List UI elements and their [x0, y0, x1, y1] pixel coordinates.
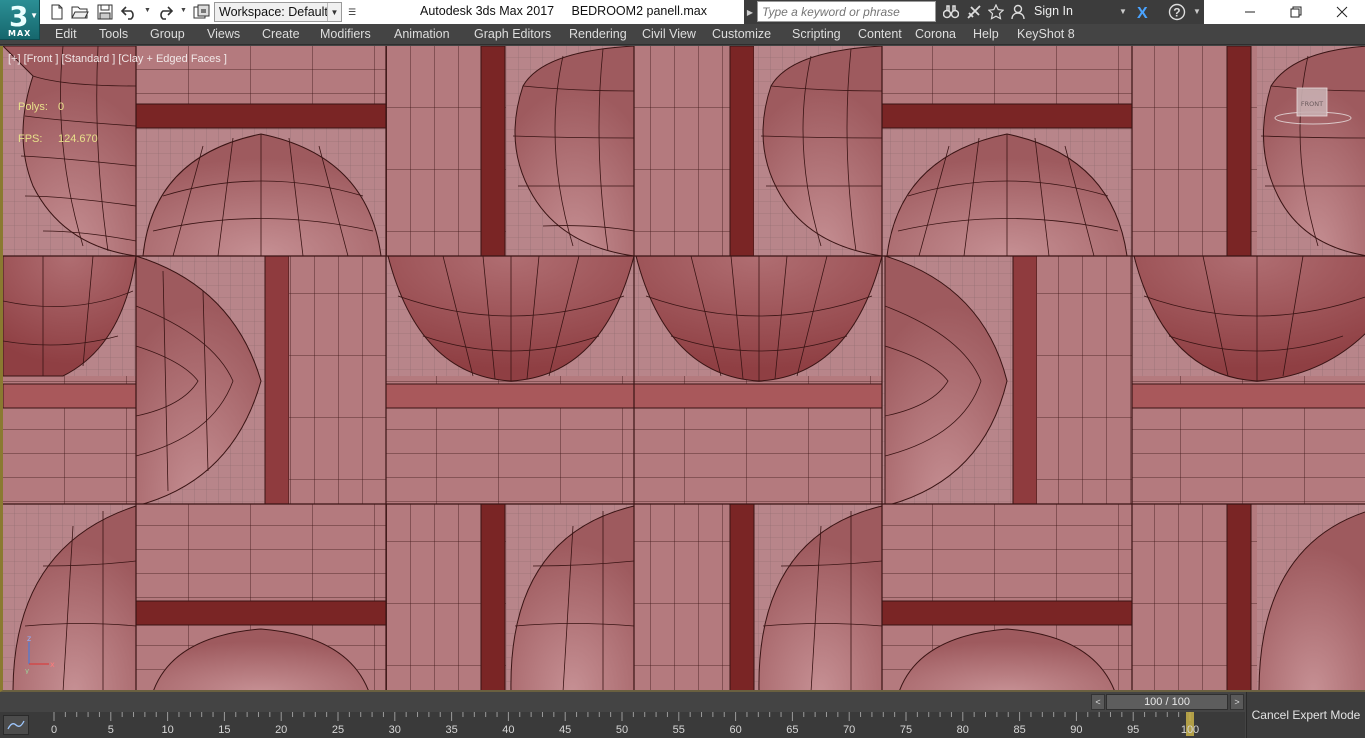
menu-create[interactable]: Create	[262, 27, 300, 41]
workspace-label: Workspace: Default	[219, 5, 328, 19]
save-icon[interactable]	[95, 2, 115, 22]
chevron-down-icon: ▼	[327, 3, 341, 21]
fps-value: 124.670	[58, 133, 98, 145]
track-bar[interactable]: 0 5 10 15 20 25 30 35 40 45 50 55 60 65 70 75 80 85 90 95 10…	[40, 712, 1245, 738]
menu-views[interactable]: Views	[207, 27, 240, 41]
track-bar-tick-label: 75	[899, 724, 913, 736]
minimize-icon[interactable]	[1227, 0, 1273, 24]
axis-y-label: y	[25, 667, 29, 674]
sign-in-link[interactable]: Sign In	[1034, 4, 1073, 18]
track-bar-tick-label: 95	[1127, 724, 1140, 736]
menu-edit[interactable]: Edit	[55, 27, 77, 41]
workspace-dropdown[interactable]: Workspace: Default ▼	[214, 2, 342, 22]
menu-animation[interactable]: Animation	[394, 27, 450, 41]
menu-customize[interactable]: Customize	[712, 27, 771, 41]
track-bar-tick-label: 65	[786, 724, 799, 736]
project-folder-icon[interactable]	[192, 2, 212, 22]
communication-center-icon[interactable]	[965, 3, 983, 21]
cancel-expert-mode-button[interactable]: Cancel Expert Mode	[1246, 692, 1365, 738]
menu-keyshot[interactable]: KeyShot 8	[1017, 27, 1075, 41]
track-bar-tick-label: 90	[1070, 724, 1083, 736]
time-area: < 100 / 100 > 0 5 10 15 20 25 30 35 40 45 50 55 60 65…	[0, 692, 1365, 738]
track-bar-tick-label: 70	[843, 724, 856, 736]
application-menu-button[interactable]: 3 MAX ▼	[0, 0, 40, 40]
track-bar-tick-label: 50	[615, 724, 629, 736]
favorites-star-icon[interactable]	[987, 3, 1005, 21]
track-bar-tick-label: 20	[275, 724, 288, 736]
exchange-apps-icon[interactable]: X	[1136, 3, 1154, 21]
new-file-icon[interactable]	[47, 2, 67, 22]
menu-graph-editors[interactable]: Graph Editors	[474, 27, 551, 41]
track-bar-tick-label: 15	[218, 724, 231, 736]
chevron-down-icon[interactable]: ▼	[1119, 7, 1127, 16]
menu-tools[interactable]: Tools	[99, 27, 128, 41]
time-slider-prev-button[interactable]: <	[1091, 694, 1105, 710]
mini-curve-editor-toggle[interactable]	[3, 715, 29, 735]
track-bar-tick-label: 5	[107, 724, 114, 736]
time-slider-row: < 100 / 100 >	[0, 692, 1245, 712]
polys-label: Polys:	[18, 101, 48, 113]
track-bar-tick-label: 25	[331, 724, 345, 736]
infocenter-bar: ▶ Sign In ▼ X ? ▼	[744, 0, 1204, 24]
track-bar-tick-label: 10	[161, 724, 174, 736]
undo-history-dropdown-icon[interactable]: ▼	[144, 7, 151, 14]
close-icon[interactable]	[1319, 0, 1365, 24]
tile-row-3	[3, 503, 1365, 690]
axis-x-label: x	[50, 660, 55, 669]
menu-modifiers[interactable]: Modifiers	[320, 27, 371, 41]
track-bar-tick-label: 55	[672, 724, 685, 736]
time-slider-next-button[interactable]: >	[1230, 694, 1244, 710]
time-slider[interactable]: 100 / 100	[1106, 694, 1228, 710]
undo-icon[interactable]	[119, 2, 139, 22]
redo-history-dropdown-icon[interactable]: ▼	[180, 7, 187, 14]
menu-corona[interactable]: Corona	[915, 27, 956, 41]
tile-row-1	[3, 46, 1365, 257]
chevron-down-icon: ▼	[30, 11, 38, 20]
svg-text:?: ?	[1173, 6, 1180, 20]
help-icon[interactable]: ?	[1168, 3, 1186, 21]
redo-icon[interactable]	[155, 2, 175, 22]
tile-row-2	[3, 255, 1365, 508]
app-logo-text: MAX	[8, 29, 32, 38]
open-folder-icon[interactable]	[70, 2, 90, 22]
track-bar-tick-label: 85	[1013, 724, 1026, 736]
track-bar-tick-label: 0	[50, 724, 58, 736]
viewport-label-menu[interactable]: [+] [Front ] [Standard ] [Clay + Edged F…	[8, 53, 227, 65]
track-bar-tick-label: 80	[956, 724, 969, 736]
track-bar-tick-label: 30	[388, 724, 401, 736]
polys-value: 0	[58, 101, 65, 113]
viewcube-face-label: FRONT	[1301, 100, 1323, 108]
track-bar-tick-label: 35	[445, 724, 458, 736]
viewport-scene[interactable]	[3, 46, 1365, 692]
menu-content[interactable]: Content	[858, 27, 902, 41]
menu-group[interactable]: Group	[150, 27, 185, 41]
axis-tripod: z x y	[17, 634, 67, 675]
menu-civil-view[interactable]: Civil View	[642, 27, 696, 41]
title-bar: 3 MAX ▼ ▼ ▼ Workspace: Default ▼ ☰ Autod…	[0, 0, 1365, 40]
track-bar-tick-label: 100	[1180, 724, 1200, 736]
user-icon[interactable]	[1010, 3, 1026, 21]
track-bar-row: 0 5 10 15 20 25 30 35 40 45 50 55 60 65 70 75 80 85 90 95 10…	[0, 712, 1245, 738]
menu-rendering[interactable]: Rendering	[569, 27, 627, 41]
track-bar-tick-label: 40	[502, 724, 515, 736]
restore-icon[interactable]	[1273, 0, 1319, 24]
search-input[interactable]	[757, 1, 936, 22]
menu-help[interactable]: Help	[973, 27, 999, 41]
workspace-options-icon[interactable]: ☰	[345, 2, 359, 22]
svg-text:X: X	[1137, 5, 1148, 20]
track-bar-tick-label: 45	[559, 724, 572, 736]
track-bar-tick-label: 60	[729, 724, 742, 736]
front-viewport[interactable]: [+] [Front ] [Standard ] [Clay + Edged F…	[0, 46, 1365, 692]
window-title: Autodesk 3ds Max 2017 BEDROOM2 panell.ma…	[420, 4, 707, 18]
viewcube[interactable]: FRONT	[1273, 82, 1357, 132]
chevron-down-icon[interactable]: ▼	[1193, 7, 1201, 16]
axis-z-label: z	[27, 634, 31, 643]
binoculars-icon[interactable]	[942, 3, 960, 21]
fps-label: FPS:	[18, 133, 43, 145]
menu-scripting[interactable]: Scripting	[792, 27, 841, 41]
chevron-right-icon[interactable]: ▶	[744, 2, 756, 22]
menu-bar: Edit Tools Group Views Create Modifiers …	[0, 24, 1365, 45]
